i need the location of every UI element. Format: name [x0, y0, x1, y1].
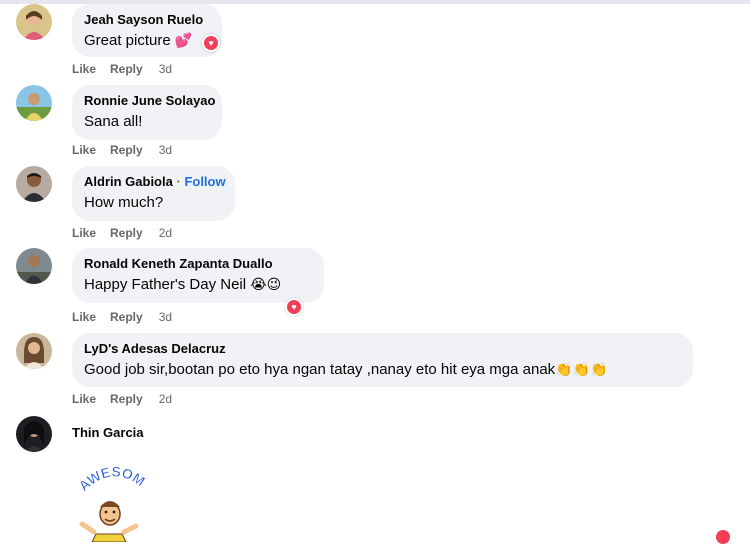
avatar[interactable] — [16, 333, 52, 369]
comment-bubble: Ronnie June Solayao Sana all! — [72, 85, 222, 140]
avatar[interactable] — [16, 4, 52, 40]
sticker-text: AWESOME — [67, 449, 148, 495]
comment-actions: Like Reply 3d — [72, 62, 172, 76]
comment-actions: Like Reply 2d — [72, 392, 172, 406]
reply-button[interactable]: Reply — [110, 392, 143, 406]
comment-actions: Like Reply 3d — [72, 310, 172, 324]
comment-bubble: Jeah Sayson Ruelo Great picture 💕 — [72, 4, 222, 57]
commenter-name[interactable]: LyD's Adesas Delacruz — [84, 340, 681, 357]
separator-dot: · — [176, 174, 181, 189]
reaction-badge[interactable]: ♥ — [285, 298, 303, 316]
commenter-name[interactable]: Thin Garcia — [72, 424, 144, 441]
timestamp[interactable]: 2d — [159, 392, 172, 406]
comment-text-body: Great picture — [84, 32, 171, 49]
like-button[interactable]: Like — [72, 62, 96, 76]
timestamp[interactable]: 3d — [159, 62, 172, 76]
like-button[interactable]: Like — [72, 310, 96, 324]
timestamp[interactable]: 2d — [159, 226, 172, 240]
comment-text: Good job sir,bootan po eto hya ngan tata… — [84, 359, 681, 380]
avatar[interactable] — [16, 85, 52, 121]
commenter-name[interactable]: Aldrin Gabiola — [84, 174, 173, 189]
two-hearts-emoji: 💕 — [174, 33, 193, 49]
commenter-name[interactable]: Jeah Sayson Ruelo — [84, 11, 210, 28]
reply-button[interactable]: Reply — [110, 62, 143, 76]
comment-text-body: Happy Father's Day Neil — [84, 276, 247, 293]
comment-actions: Like Reply 3d — [72, 143, 172, 157]
reaction-heart-icon[interactable] — [716, 530, 730, 544]
like-button[interactable]: Like — [72, 143, 96, 157]
like-button[interactable]: Like — [72, 392, 96, 406]
avatar[interactable] — [16, 248, 52, 284]
comment-text: How much? — [84, 194, 164, 211]
clapping-hands-emoji: 👏👏👏 — [555, 362, 608, 378]
reply-button[interactable]: Reply — [110, 143, 143, 157]
comment-bubble: Ronald Keneth Zapanta Duallo Happy Fathe… — [72, 248, 324, 303]
crying-winking-emoji: 😭😉 — [250, 277, 282, 293]
commenter-name[interactable]: Ronnie June Solayao — [84, 92, 215, 109]
commenter-name[interactable]: Ronald Keneth Zapanta Duallo — [84, 255, 312, 272]
reply-button[interactable]: Reply — [110, 226, 143, 240]
heart-icon: ♥ — [287, 300, 301, 314]
avatar[interactable] — [16, 166, 52, 202]
timestamp[interactable]: 3d — [159, 143, 172, 157]
reaction-badge[interactable]: ♥ — [202, 34, 220, 52]
svg-text:AWESOME: AWESOME — [72, 462, 148, 494]
comment-bubble: LyD's Adesas Delacruz Good job sir,boota… — [72, 333, 693, 387]
comment-actions: Like Reply 2d — [72, 226, 172, 240]
comment-text: Great picture 💕 — [84, 30, 210, 51]
awesome-sticker[interactable]: AWESOME — [67, 449, 162, 543]
like-button[interactable]: Like — [72, 226, 96, 240]
comment-text: Happy Father's Day Neil 😭😉 — [84, 274, 312, 295]
avatar[interactable] — [16, 416, 52, 452]
comment-text: Sana all! — [84, 113, 143, 130]
reply-button[interactable]: Reply — [110, 310, 143, 324]
timestamp[interactable]: 3d — [159, 310, 172, 324]
comment-text-body: Good job sir,bootan po eto hya ngan tata… — [84, 361, 556, 378]
heart-icon: ♥ — [204, 36, 218, 50]
commenter-header: Aldrin Gabiola · Follow — [84, 173, 226, 190]
comment-bubble: Aldrin Gabiola · Follow How much? — [72, 166, 235, 221]
follow-button[interactable]: Follow — [184, 174, 225, 189]
